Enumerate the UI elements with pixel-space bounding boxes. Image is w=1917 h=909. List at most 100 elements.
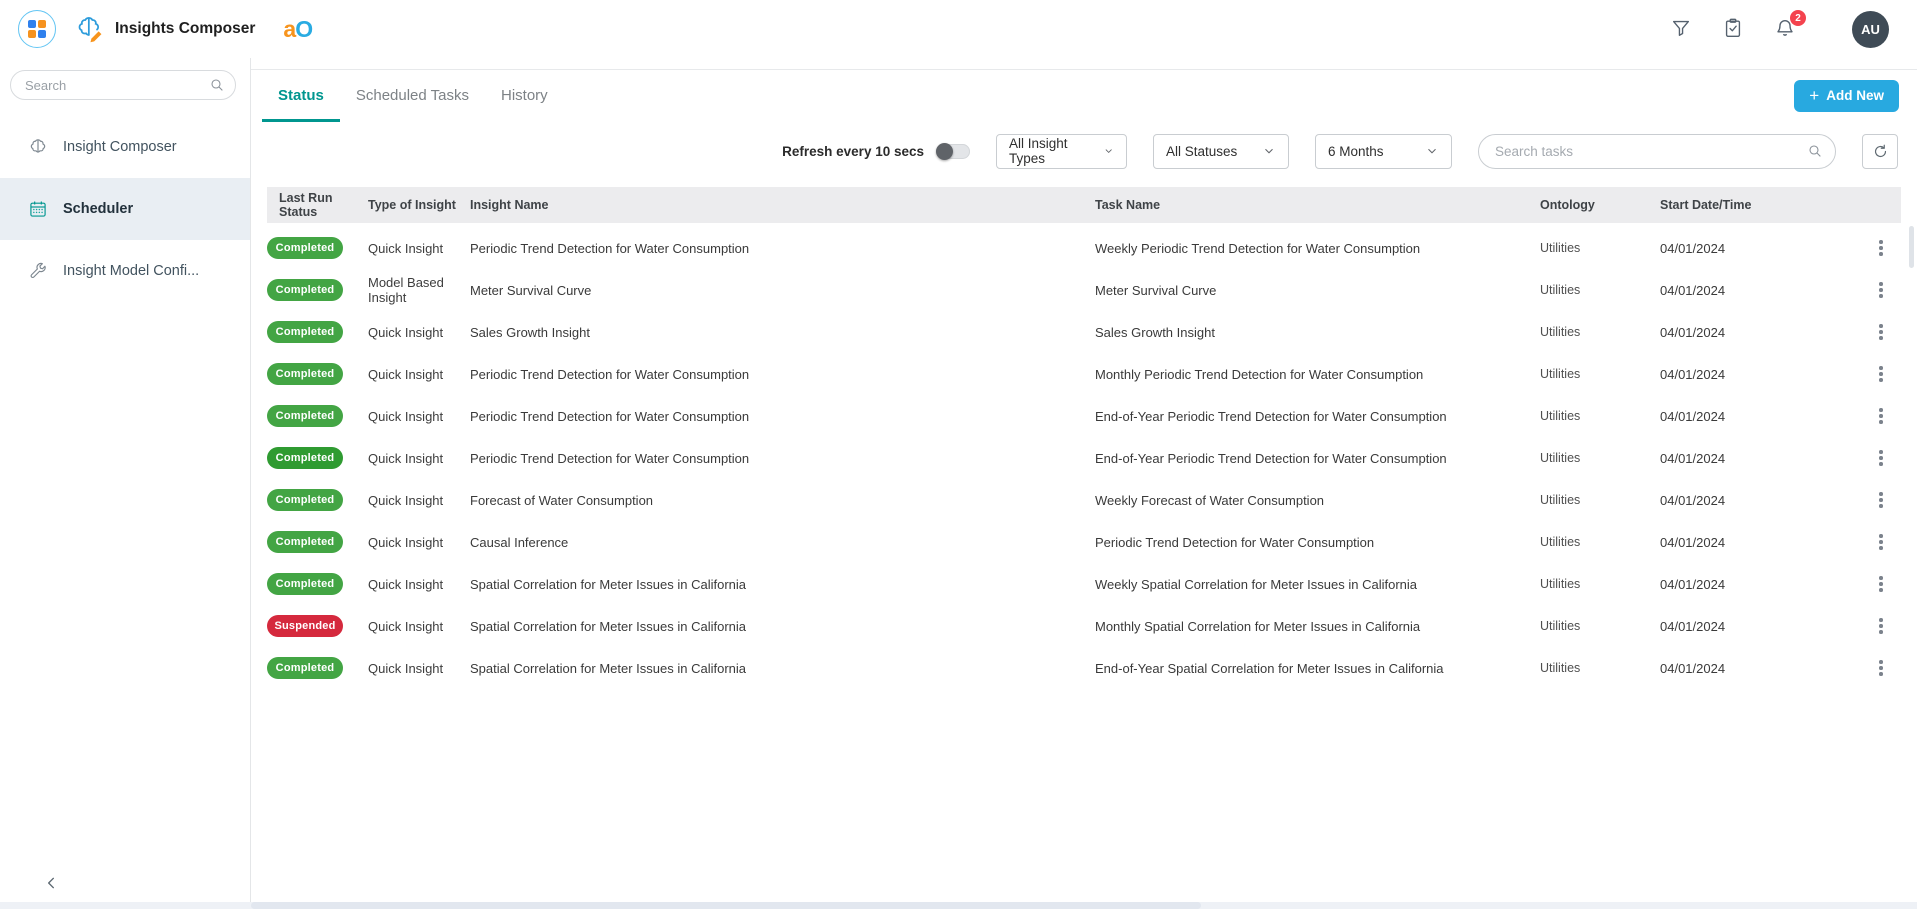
cell-task-name: Meter Survival Curve	[1095, 283, 1540, 298]
refresh-interval-label: Refresh every 10 secs	[782, 144, 924, 159]
row-menu-kebab-icon[interactable]	[1871, 319, 1891, 345]
horizontal-scrollbar-thumb[interactable]	[251, 902, 1201, 909]
tab-history[interactable]: History	[485, 70, 564, 122]
cell-insight-name: Spatial Correlation for Meter Issues in …	[470, 577, 1095, 592]
notifications-bell-icon[interactable]: 2	[1774, 17, 1798, 41]
row-menu-kebab-icon[interactable]	[1871, 277, 1891, 303]
cell-ontology: Utilities	[1540, 325, 1660, 339]
status-dropdown[interactable]: All Statuses	[1153, 134, 1289, 169]
app-grid-icon	[28, 20, 46, 38]
cell-task-name: End-of-Year Spatial Correlation for Mete…	[1095, 661, 1540, 676]
status-badge: Completed	[267, 573, 343, 595]
row-menu-kebab-icon[interactable]	[1871, 403, 1891, 429]
refresh-toggle[interactable]	[936, 144, 970, 159]
period-dropdown[interactable]: 6 Months	[1315, 134, 1452, 169]
row-menu-kebab-icon[interactable]	[1871, 445, 1891, 471]
filter-icon[interactable]	[1670, 17, 1694, 41]
search-icon	[1807, 143, 1823, 164]
user-avatar[interactable]: AU	[1852, 11, 1889, 48]
cell-type-of-insight: Quick Insight	[368, 241, 470, 256]
table-row: CompletedModel Based InsightMeter Surviv…	[267, 269, 1901, 311]
row-menu-kebab-icon[interactable]	[1871, 361, 1891, 387]
insight-type-dropdown[interactable]: All Insight Types	[996, 134, 1127, 169]
sidebar: Insight Composer Scheduler Insight Model…	[0, 58, 251, 909]
status-badge: Completed	[267, 531, 343, 553]
cell-type-of-insight: Quick Insight	[368, 535, 470, 550]
status-badge: Completed	[267, 489, 343, 511]
cell-start-date: 04/01/2024	[1660, 367, 1830, 382]
cell-type-of-insight: Quick Insight	[368, 661, 470, 676]
sidebar-collapse-button[interactable]	[44, 875, 62, 893]
tab-scheduled-tasks[interactable]: Scheduled Tasks	[340, 70, 485, 122]
top-header: Insights Composer aO 2 AU	[0, 0, 1917, 58]
cell-start-date: 04/01/2024	[1660, 661, 1830, 676]
cell-type-of-insight: Quick Insight	[368, 367, 470, 382]
status-badge: Completed	[267, 237, 343, 259]
table-row: Completed Quick InsightSpatial Correlatio…	[267, 647, 1901, 689]
chevron-down-icon	[1262, 144, 1276, 158]
cell-ontology: Utilities	[1540, 577, 1660, 591]
table-row: Suspended Quick InsightSpatial Correlatio…	[267, 605, 1901, 647]
cell-ontology: Utilities	[1540, 409, 1660, 423]
tasks-clipboard-icon[interactable]	[1722, 17, 1746, 41]
cell-task-name: Monthly Spatial Correlation for Meter Is…	[1095, 619, 1540, 634]
insights-composer-logo-icon	[74, 15, 106, 43]
cell-ontology: Utilities	[1540, 367, 1660, 381]
status-badge: Completed	[267, 279, 343, 301]
cell-ontology: Utilities	[1540, 535, 1660, 549]
sidebar-item-insight-composer[interactable]: Insight Composer	[0, 116, 250, 178]
sidebar-item-label: Scheduler	[63, 201, 133, 217]
row-menu-kebab-icon[interactable]	[1871, 571, 1891, 597]
cell-start-date: 04/01/2024	[1660, 241, 1830, 256]
app-title: Insights Composer	[115, 20, 255, 38]
search-icon	[209, 77, 225, 93]
cell-ontology: Utilities	[1540, 283, 1660, 297]
row-menu-kebab-icon[interactable]	[1871, 487, 1891, 513]
cell-ontology: Utilities	[1540, 661, 1660, 675]
tab-status[interactable]: Status	[262, 70, 340, 122]
cell-type-of-insight: Quick Insight	[368, 325, 470, 340]
col-header-insight-name: Insight Name	[470, 198, 1095, 212]
cell-insight-name: Forecast of Water Consumption	[470, 493, 1095, 508]
row-menu-kebab-icon[interactable]	[1871, 655, 1891, 681]
status-badge: Completed	[267, 657, 343, 679]
status-badge: Suspended	[267, 615, 343, 637]
cell-insight-name: Periodic Trend Detection for Water Consu…	[470, 241, 1095, 256]
cell-task-name: End-of-Year Periodic Trend Detection for…	[1095, 451, 1540, 466]
app-launcher-button[interactable]	[18, 10, 56, 48]
cell-insight-name: Spatial Correlation for Meter Issues in …	[470, 619, 1095, 634]
cell-type-of-insight: Quick Insight	[368, 493, 470, 508]
cell-start-date: 04/01/2024	[1660, 409, 1830, 424]
add-new-button[interactable]: + Add New	[1794, 80, 1899, 112]
row-menu-kebab-icon[interactable]	[1871, 529, 1891, 555]
cell-ontology: Utilities	[1540, 451, 1660, 465]
cell-type-of-insight: Quick Insight	[368, 619, 470, 634]
wrench-icon	[28, 261, 48, 281]
status-badge: Completed	[267, 321, 343, 343]
horizontal-scrollbar-track	[0, 902, 1917, 909]
main-content: Status Scheduled Tasks History + Add New…	[251, 58, 1917, 909]
sidebar-item-scheduler[interactable]: Scheduler	[0, 178, 250, 240]
table-row: CompletedQuick InsightSpatial Correlatio…	[267, 563, 1901, 605]
sidebar-item-label: Insight Composer	[63, 139, 177, 155]
row-menu-kebab-icon[interactable]	[1871, 613, 1891, 639]
sidebar-search-input[interactable]	[10, 70, 236, 100]
plus-icon: +	[1809, 87, 1819, 104]
table-row: CompletedQuick InsightSales Growth Insig…	[267, 311, 1901, 353]
cell-insight-name: Periodic Trend Detection for Water Consu…	[470, 451, 1095, 466]
status-badge: Completed	[267, 447, 343, 469]
row-menu-kebab-icon[interactable]	[1871, 235, 1891, 261]
task-search-input[interactable]	[1478, 134, 1836, 169]
vertical-scrollbar[interactable]	[1909, 226, 1914, 268]
sidebar-item-insight-model-config[interactable]: Insight Model Confi...	[0, 240, 250, 302]
reload-button[interactable]	[1862, 134, 1898, 169]
cell-task-name: Monthly Periodic Trend Detection for Wat…	[1095, 367, 1540, 382]
chevron-down-icon	[1103, 144, 1114, 158]
col-header-last-run-status: Last Run Status	[267, 191, 368, 219]
cell-start-date: 04/01/2024	[1660, 283, 1830, 298]
table-row: CompletedQuick InsightPeriodic Trend Det…	[267, 353, 1901, 395]
cell-insight-name: Meter Survival Curve	[470, 283, 1095, 298]
cell-insight-name: Spatial Correlation for Meter Issues in …	[470, 661, 1095, 676]
cell-start-date: 04/01/2024	[1660, 493, 1830, 508]
status-badge: Completed	[267, 405, 343, 427]
